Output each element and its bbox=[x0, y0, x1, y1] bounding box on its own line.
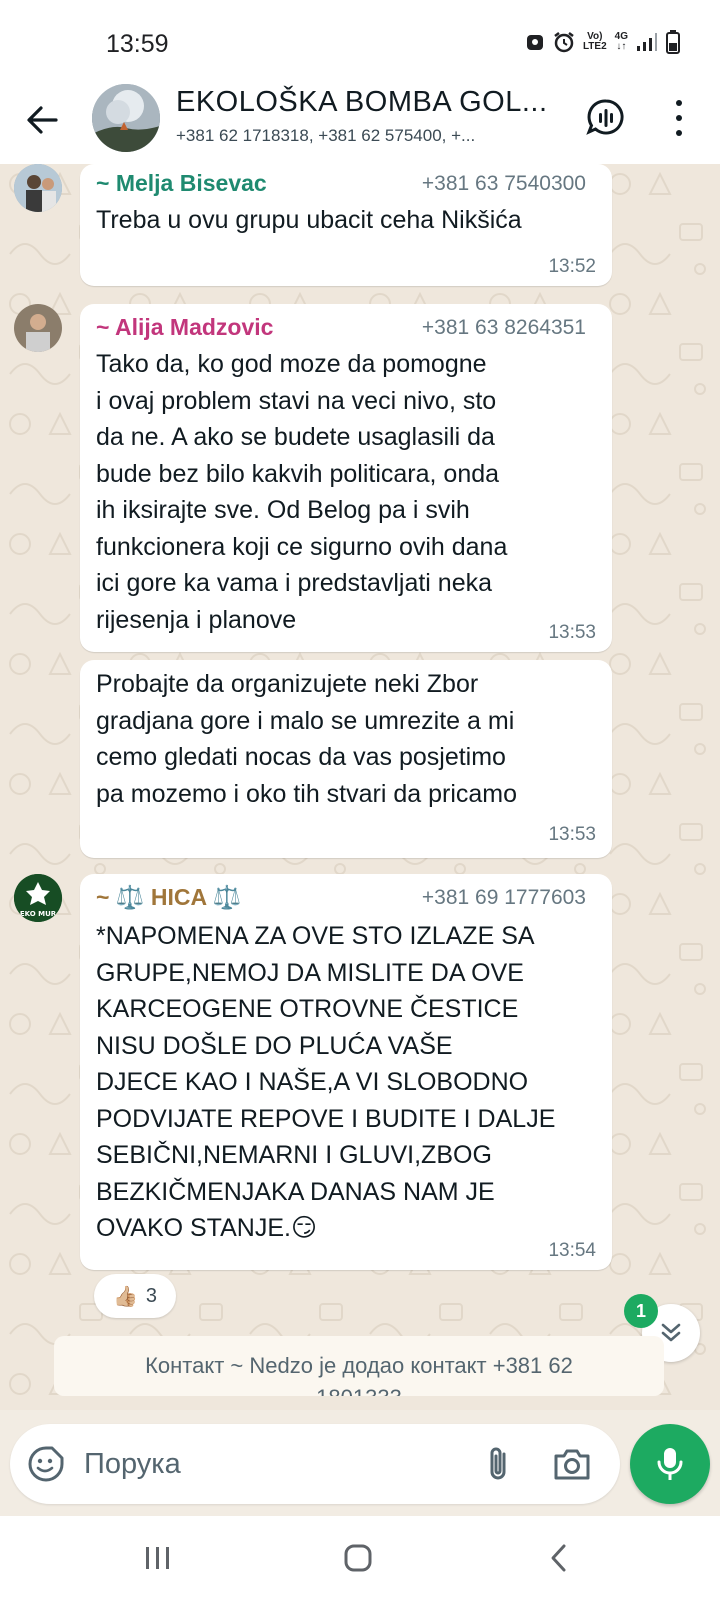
data-indicator: 4G ↓↑ bbox=[614, 31, 628, 52]
message-text: *NAPOMENA ZA OVE STO IZLAZE SA GRUPE,NEM… bbox=[96, 922, 556, 1242]
message-input[interactable] bbox=[84, 1442, 444, 1486]
message-time: 13:53 bbox=[548, 824, 596, 845]
alarm-icon bbox=[554, 32, 574, 53]
status-time: 13:59 bbox=[106, 30, 169, 58]
message-bubble[interactable]: ~ Alija Madzovic +381 63 8264351 Tako da… bbox=[80, 304, 612, 652]
sticker-emoji-icon bbox=[28, 1446, 64, 1482]
avatar[interactable] bbox=[14, 164, 62, 212]
group-members[interactable]: +381 62 1718318, +381 62 575400, +... bbox=[176, 126, 475, 146]
voice-message-button[interactable] bbox=[630, 1424, 710, 1504]
emoji-button[interactable] bbox=[26, 1444, 66, 1484]
chat-header: EKOLOŠKA BOMBA GOL... +381 62 1718318, +… bbox=[0, 84, 720, 164]
message-text: Treba u ovu grupu ubacit ceha Nikšića bbox=[96, 206, 522, 234]
app-notification-icon bbox=[526, 35, 543, 50]
attach-button[interactable] bbox=[480, 1444, 516, 1484]
sender-name[interactable]: ~ ⚖️ HICA ⚖️ bbox=[96, 884, 241, 911]
sender-phone: +381 63 7540300 bbox=[421, 172, 586, 195]
message-bubble[interactable]: Probajte da organizujete neki Zbor gradj… bbox=[80, 660, 612, 858]
camera-button[interactable] bbox=[550, 1444, 594, 1484]
message-bubble[interactable]: ~ Melja Bisevac +381 63 7540300 Treba u … bbox=[80, 164, 612, 286]
sender-name[interactable]: ~ Melja Bisevac bbox=[96, 170, 267, 197]
group-title[interactable]: EKOLOŠKA BOMBA GOL... bbox=[176, 86, 548, 119]
status-bar: 13:59 Vo) LTE2 4G ↓↑ bbox=[0, 0, 720, 84]
camera-icon bbox=[554, 1449, 590, 1480]
nav-back-button[interactable] bbox=[540, 1540, 576, 1576]
avatar-logo-text: EKO MUR bbox=[20, 910, 57, 918]
more-options-button[interactable] bbox=[664, 96, 694, 140]
reaction-count: 3 bbox=[145, 1284, 158, 1307]
status-icons: Vo) LTE2 4G ↓↑ bbox=[525, 30, 680, 54]
message-text: Probajte da organizujete neki Zbor gradj… bbox=[96, 670, 518, 808]
sender-phone: +381 69 1777603 bbox=[421, 886, 586, 909]
reaction-badge[interactable]: 👍🏼 3 bbox=[94, 1274, 176, 1318]
home-icon bbox=[344, 1544, 372, 1572]
group-avatar[interactable] bbox=[92, 84, 160, 152]
voice-chat-button[interactable] bbox=[586, 98, 626, 138]
system-message: Контакт ~ Nedzo је додао контакт +381 62… bbox=[54, 1336, 664, 1396]
avatar[interactable]: EKO MUR bbox=[14, 874, 62, 922]
message-time: 13:52 bbox=[548, 256, 596, 277]
avatar[interactable] bbox=[14, 304, 62, 352]
volte-indicator: Vo) LTE2 bbox=[582, 31, 607, 52]
back-arrow-icon bbox=[27, 106, 58, 134]
message-composer bbox=[10, 1424, 620, 1504]
battery-icon bbox=[666, 30, 680, 54]
message-text: Tako da, ko god moze da pomogne i ovaj p… bbox=[96, 350, 508, 634]
microphone-icon bbox=[657, 1448, 683, 1480]
unread-count-badge: 1 bbox=[624, 1294, 658, 1328]
message-time: 13:53 bbox=[548, 622, 596, 643]
recents-icon bbox=[146, 1547, 169, 1569]
audio-chat-icon bbox=[586, 99, 624, 135]
message-time: 13:54 bbox=[548, 1240, 596, 1261]
nav-back-icon bbox=[551, 1544, 566, 1572]
recent-apps-button[interactable] bbox=[140, 1540, 176, 1576]
paperclip-icon bbox=[490, 1447, 506, 1480]
home-button[interactable] bbox=[338, 1540, 378, 1576]
signal-icon bbox=[637, 33, 657, 51]
sender-phone: +381 63 8264351 bbox=[421, 316, 586, 339]
system-navigation-bar bbox=[0, 1516, 720, 1600]
back-button[interactable] bbox=[22, 100, 62, 140]
sender-name[interactable]: ~ Alija Madzovic bbox=[96, 314, 273, 341]
message-bubble[interactable]: ~ ⚖️ HICA ⚖️ +381 69 1777603 *NAPOMENA Z… bbox=[80, 874, 612, 1270]
chat-area[interactable]: ~ Melja Bisevac +381 63 7540300 Treba u … bbox=[0, 164, 720, 1410]
thumbs-up-icon: 👍🏼 bbox=[112, 1285, 138, 1308]
